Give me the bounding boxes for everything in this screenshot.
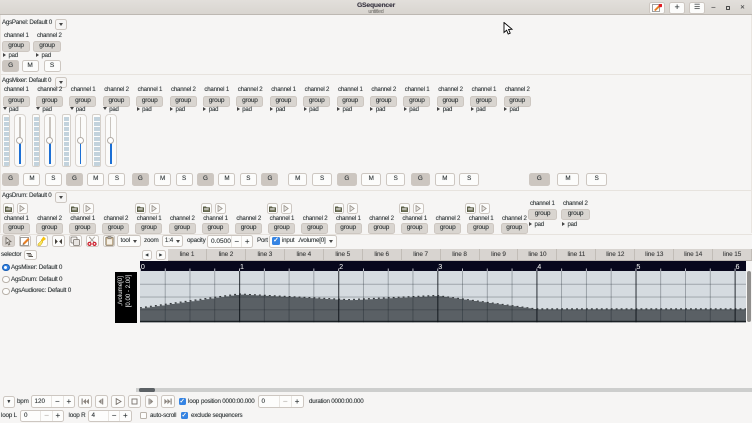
- svg-text:6: 6: [736, 262, 740, 271]
- svg-text:2: 2: [339, 262, 343, 271]
- svg-text:5: 5: [636, 262, 640, 271]
- svg-text:3: 3: [438, 262, 442, 271]
- svg-text:1: 1: [240, 262, 244, 271]
- svg-text:4: 4: [537, 262, 541, 271]
- svg-text:0: 0: [141, 262, 145, 271]
